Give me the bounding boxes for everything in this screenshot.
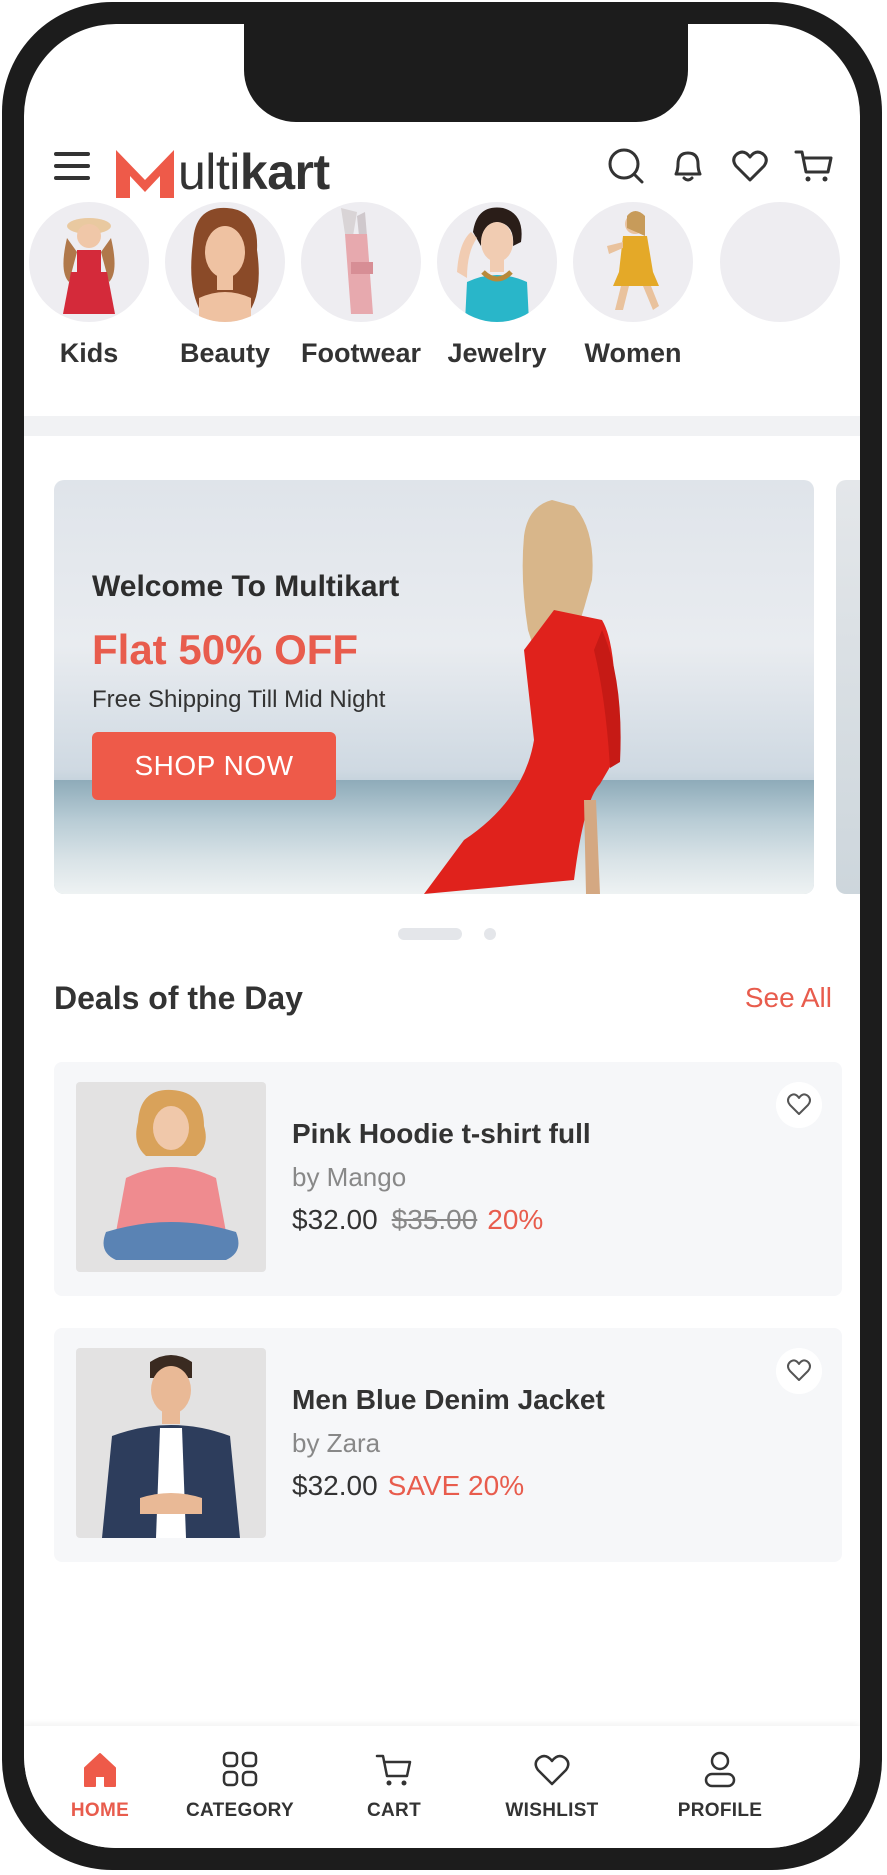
category-kids[interactable]: Kids [24, 202, 154, 369]
next-banner-peek[interactable] [836, 480, 860, 894]
carousel-dots [24, 926, 860, 940]
hero-banner[interactable]: Welcome To Multikart Flat 50% OFF Free S… [54, 480, 814, 894]
deal-price: $32.00 [292, 1470, 378, 1501]
category-next-partial[interactable] [704, 202, 860, 322]
grid-icon [222, 1751, 258, 1787]
nav-category[interactable]: CATEGORY [170, 1748, 310, 1822]
deals-title: Deals of the Day [54, 980, 303, 1016]
deal-price-row: $32.00 $35.00 20% [292, 1204, 543, 1236]
deal-price: $32.00 [292, 1204, 378, 1235]
nav-profile[interactable]: PROFILE [650, 1748, 790, 1822]
phone-notch [244, 24, 688, 122]
category-label: Jewelry [447, 338, 547, 368]
deal-card[interactable]: Pink Hoodie t-shirt full by Mango $32.00… [54, 1062, 842, 1296]
logo-text: ultikart [178, 144, 330, 200]
search-icon[interactable] [604, 144, 648, 188]
deal-product-brand: by Zara [292, 1428, 381, 1458]
user-icon [704, 1751, 736, 1788]
banner-offer: Flat 50% OFF [92, 626, 359, 673]
carousel-dot-active[interactable] [398, 928, 462, 940]
nav-home[interactable]: HOME [30, 1748, 170, 1822]
carousel-dot[interactable] [484, 928, 496, 940]
banner-title: Welcome To Multikart [92, 570, 400, 603]
nav-label: CART [367, 1800, 421, 1821]
category-label: Beauty [179, 338, 271, 368]
heart-icon [534, 1754, 570, 1786]
app-header: ultikart [24, 124, 860, 214]
home-icon [84, 1753, 116, 1787]
category-next-image [720, 202, 840, 322]
deal-product-image [76, 1082, 266, 1272]
category-footwear[interactable]: Footwear [296, 202, 426, 369]
menu-icon[interactable] [54, 152, 90, 180]
women-image [573, 202, 693, 322]
phone-frame: ultikart Kids Beauty Footwear Jewelry Wo… [2, 2, 882, 1870]
kids-image [29, 202, 149, 322]
category-strip: Kids Beauty Footwear Jewelry Women [24, 202, 860, 372]
logo-m-mark [116, 150, 174, 198]
wishlist-heart-icon[interactable] [776, 1348, 822, 1394]
category-label: Women [584, 338, 682, 368]
shop-now-button[interactable]: SHOP NOW [92, 732, 336, 800]
nav-label: WISHLIST [505, 1800, 599, 1821]
deal-old-price: $35.00 [391, 1204, 478, 1235]
deal-product-brand: by Mango [292, 1162, 407, 1192]
beauty-image [165, 202, 285, 322]
app-screen: ultikart Kids Beauty Footwear Jewelry Wo… [24, 24, 860, 1848]
nav-label: PROFILE [677, 1800, 763, 1821]
category-label: Kids [59, 338, 119, 368]
cart-icon[interactable] [792, 144, 836, 188]
heart-icon[interactable] [728, 144, 772, 188]
deal-price-row: $32.00 SAVE 20% [292, 1470, 524, 1502]
jewelry-image [437, 202, 557, 322]
nav-label: CATEGORY [186, 1800, 294, 1821]
deal-card[interactable]: Men Blue Denim Jacket by Zara $32.00 SAVE… [54, 1328, 842, 1562]
footwear-image [301, 202, 421, 322]
deal-product-name: Pink Hoodie t-shirt full [292, 1118, 591, 1149]
banner-model-image [424, 500, 621, 894]
bottom-navigation: HOME CATEGORY CART WISHLIST PROFILE [24, 1726, 860, 1848]
wishlist-heart-icon[interactable] [776, 1082, 822, 1128]
cart-icon [375, 1754, 412, 1786]
nav-wishlist[interactable]: WISHLIST [482, 1748, 622, 1822]
deal-product-image [76, 1348, 266, 1538]
deal-discount: 20% [487, 1204, 544, 1235]
bell-icon[interactable] [666, 144, 710, 188]
nav-cart[interactable]: CART [324, 1748, 464, 1822]
category-label: Footwear [300, 338, 421, 368]
deal-product-name: Men Blue Denim Jacket [292, 1384, 605, 1415]
nav-label: HOME [70, 1800, 130, 1821]
category-women[interactable]: Women [568, 202, 698, 369]
multikart-logo[interactable]: ultikart [114, 134, 330, 198]
category-beauty[interactable]: Beauty [160, 202, 290, 369]
deal-discount: SAVE 20% [387, 1470, 525, 1501]
section-divider [24, 416, 860, 436]
category-jewelry[interactable]: Jewelry [432, 202, 562, 369]
see-all-link[interactable]: See All [745, 982, 832, 1014]
banner-subtitle: Free Shipping Till Mid Night [92, 686, 386, 713]
